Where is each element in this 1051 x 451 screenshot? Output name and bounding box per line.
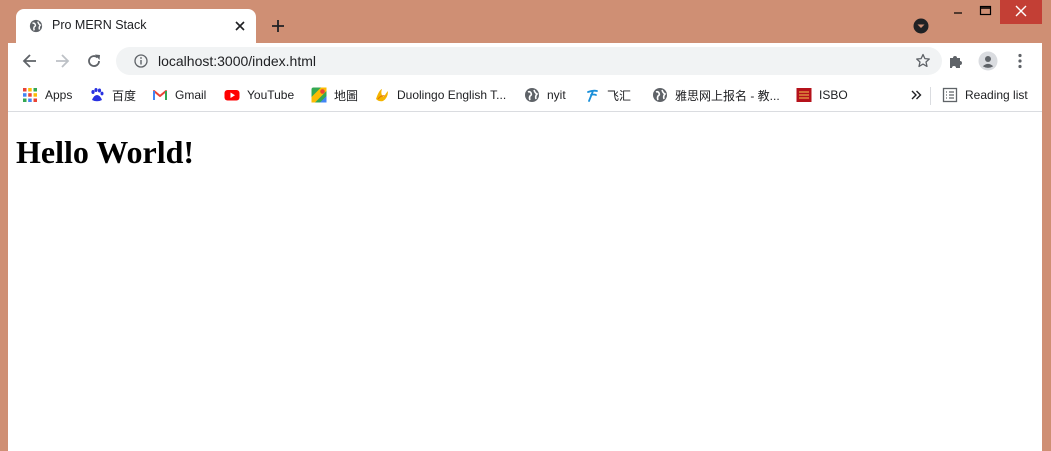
- tab-search-icon[interactable]: [913, 18, 929, 34]
- browser-tab[interactable]: Pro MERN Stack: [16, 9, 256, 43]
- bookmark-youtube[interactable]: YouTube: [224, 85, 294, 105]
- bookmark-label: Gmail: [175, 88, 207, 102]
- window-titlebar: Pro MERN Stack: [0, 0, 1051, 43]
- bookmark-label: Duolingo English T...: [397, 88, 507, 102]
- bookmark-label: 飞汇: [607, 88, 632, 103]
- reading-list-button[interactable]: Reading list: [942, 85, 1028, 105]
- profile-avatar-icon[interactable]: [978, 51, 998, 71]
- bookmark-label: 雅思网上报名 - 教...: [675, 88, 780, 103]
- bookmark-label: ISBO: [819, 88, 848, 102]
- bookmark-ielts[interactable]: 雅思网上报名 - 教...: [652, 85, 780, 105]
- extensions-puzzle-icon[interactable]: [946, 51, 966, 71]
- bookmark-isbo[interactable]: ISBO: [796, 85, 848, 105]
- bookmark-label: YouTube: [247, 88, 295, 102]
- reading-list-label: Reading list: [965, 88, 1028, 102]
- new-tab-icon[interactable]: [268, 16, 288, 36]
- site-info-icon[interactable]: [134, 54, 148, 68]
- duolingo-icon: [376, 89, 388, 102]
- bookmark-label: nyit: [547, 88, 566, 102]
- apps-grid-icon: [23, 88, 37, 102]
- gmail-icon: [153, 90, 167, 100]
- bookmark-apps[interactable]: Apps: [22, 85, 72, 105]
- bookmark-label: 百度: [112, 88, 137, 103]
- bookmark-label: 地圖: [334, 88, 359, 103]
- globe-icon: [525, 88, 539, 102]
- url-text[interactable]: localhost:3000/index.html: [158, 53, 316, 69]
- bookmarks-bar: Apps 百度 Gmail YouTube 地圖 Duolingo Englis…: [8, 79, 1042, 112]
- bookmark-baidu[interactable]: 百度: [89, 85, 136, 105]
- menu-kebab-icon[interactable]: [1010, 51, 1030, 71]
- globe-icon: [29, 19, 43, 33]
- feihui-icon: [587, 89, 598, 102]
- baidu-paw-icon: [91, 88, 104, 102]
- youtube-icon: [224, 90, 240, 101]
- page-heading: Hello World!: [16, 134, 195, 170]
- bookmark-maps[interactable]: 地圖: [311, 85, 358, 105]
- back-arrow-icon[interactable]: [20, 51, 40, 71]
- bookmark-gmail[interactable]: Gmail: [152, 85, 206, 105]
- address-bar[interactable]: localhost:3000/index.html: [116, 47, 942, 75]
- bookmark-duolingo[interactable]: Duolingo English T...: [374, 85, 506, 105]
- browser-window: localhost:3000/index.html Apps 百度 Gmail …: [8, 43, 1042, 451]
- reload-icon[interactable]: [84, 51, 104, 71]
- more-bookmarks-chevron-icon[interactable]: [908, 85, 924, 105]
- minimize-icon[interactable]: [945, 0, 971, 24]
- page-content: Hello World!: [8, 112, 1042, 451]
- bookmark-feihui[interactable]: 飞汇: [584, 85, 631, 105]
- close-tab-icon[interactable]: [231, 17, 249, 35]
- globe-icon: [653, 88, 667, 102]
- reading-list-icon: [942, 87, 958, 103]
- cibc-icon: [796, 88, 812, 102]
- forward-arrow-icon[interactable]: [52, 51, 72, 71]
- bookmarks-divider: [930, 87, 931, 105]
- window-close-icon[interactable]: [1000, 0, 1042, 24]
- bookmark-nyit[interactable]: nyit: [524, 85, 566, 105]
- maximize-icon[interactable]: [973, 0, 999, 24]
- bookmark-star-icon[interactable]: [915, 53, 931, 69]
- navigation-toolbar: localhost:3000/index.html: [8, 43, 1042, 79]
- maps-icon: [311, 87, 327, 103]
- bookmark-label: Apps: [45, 88, 73, 102]
- tab-title: Pro MERN Stack: [52, 18, 147, 32]
